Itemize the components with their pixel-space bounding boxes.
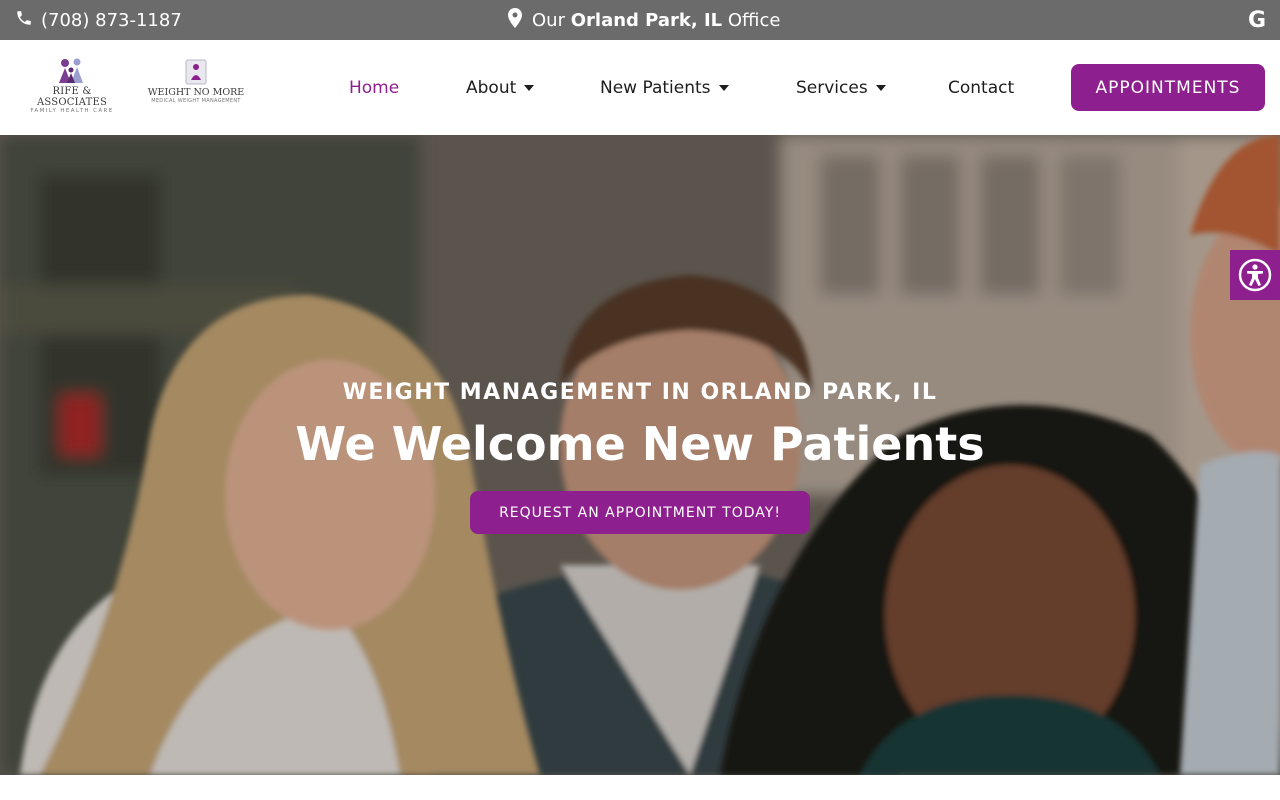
caret-down-icon: [718, 84, 729, 91]
phone-number: (708) 873-1187: [41, 9, 182, 31]
caret-down-icon: [875, 84, 886, 91]
logo-secondary-name: WEIGHT NO MORE: [147, 87, 245, 98]
appointments-button[interactable]: APPOINTMENTS: [1071, 64, 1265, 111]
phone-icon: [15, 9, 33, 32]
office-location[interactable]: Our Orland Park, IL Office: [508, 0, 780, 40]
hero-banner: WEIGHT MANAGEMENT IN ORLAND PARK, IL We …: [0, 135, 1280, 775]
scale-logo-icon: [185, 59, 207, 85]
nav-item-services[interactable]: Services: [796, 40, 886, 135]
page-bottom: [0, 775, 1280, 800]
map-marker-icon: [508, 7, 522, 33]
rife-associates-logo[interactable]: RIFE & ASSOCIATES FAMILY HEALTH CARE: [16, 58, 128, 114]
nav-item-about[interactable]: About: [466, 40, 535, 135]
request-appointment-button[interactable]: REQUEST AN APPOINTMENT TODAY!: [470, 491, 810, 534]
accessibility-toggle[interactable]: [1230, 250, 1280, 300]
nav-item-new-patients[interactable]: New Patients: [600, 40, 729, 135]
family-logo-icon: [59, 58, 83, 83]
logo-primary-name: RIFE & ASSOCIATES: [36, 86, 108, 108]
google-icon[interactable]: G: [1248, 0, 1266, 40]
nav-item-home[interactable]: Home: [349, 40, 399, 135]
logo-secondary-tagline: MEDICAL WEIGHT MANAGEMENT: [151, 98, 241, 104]
top-bar: (708) 873-1187 Our Orland Park, IL Offic…: [0, 0, 1280, 40]
accessibility-icon: [1238, 258, 1272, 292]
hero-content: WEIGHT MANAGEMENT IN ORLAND PARK, IL We …: [0, 135, 1280, 775]
site-header: RIFE & ASSOCIATES FAMILY HEALTH CARE WEI…: [0, 40, 1280, 135]
hero-title: We Welcome New Patients: [295, 417, 985, 471]
caret-down-icon: [524, 84, 535, 91]
weight-no-more-logo[interactable]: WEIGHT NO MORE MEDICAL WEIGHT MANAGEMENT: [146, 58, 246, 108]
office-suffix: Office: [727, 9, 781, 31]
phone-link[interactable]: (708) 873-1187: [15, 0, 182, 40]
logo-primary-tagline: FAMILY HEALTH CARE: [30, 108, 114, 114]
hero-subtitle: WEIGHT MANAGEMENT IN ORLAND PARK, IL: [342, 380, 938, 405]
office-location-name: Orland Park, IL: [570, 9, 723, 31]
office-prefix: Our: [532, 9, 565, 31]
nav-item-contact[interactable]: Contact: [948, 40, 1014, 135]
